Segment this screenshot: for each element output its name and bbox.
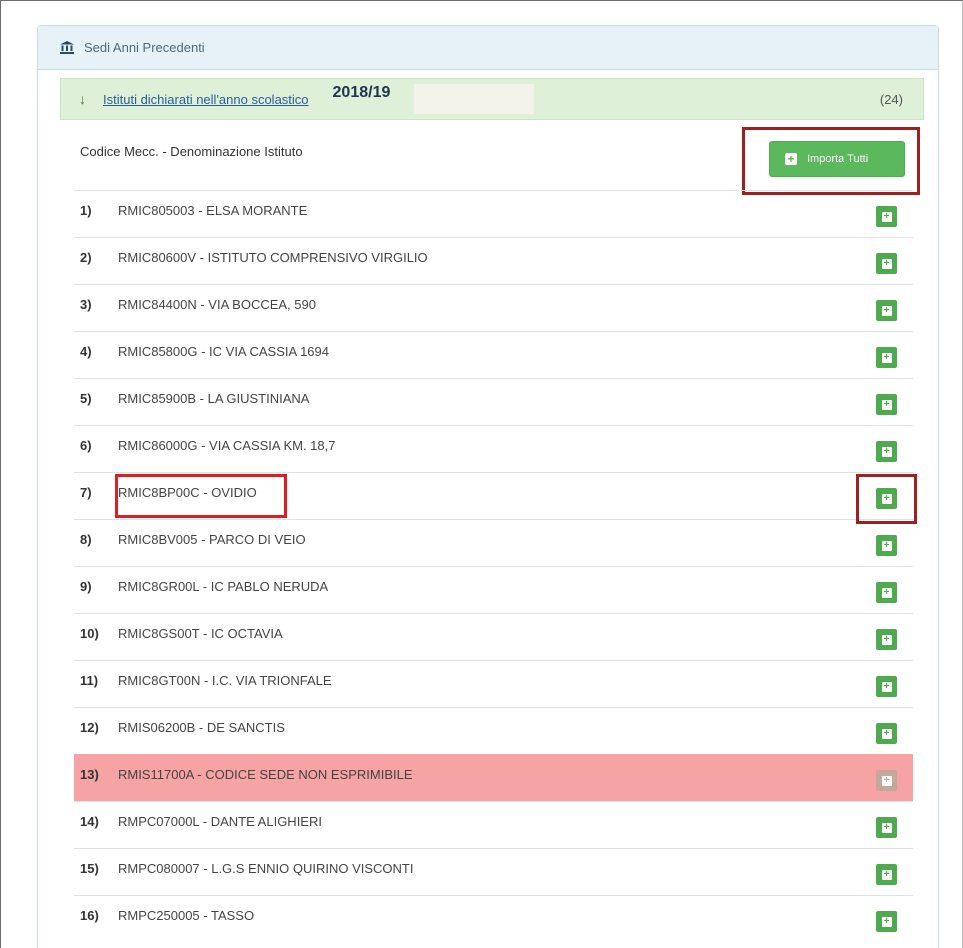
institute-name: RMIC805003 - ELSA MORANTE <box>118 203 308 218</box>
year-subheader[interactable]: ↓ Istituti dichiarati nell'anno scolasti… <box>60 78 924 120</box>
panel-header: Sedi Anni Precedenti <box>38 26 938 70</box>
table-row: 5) RMIC85900B - LA GIUSTINIANA + <box>74 378 913 425</box>
import-row-button[interactable]: + <box>876 911 897 932</box>
highlight-import-all <box>742 127 920 195</box>
institute-name: RMPC07000L - DANTE ALIGHIERI <box>118 814 322 829</box>
plus-icon: + <box>881 258 892 269</box>
import-row-button[interactable]: + <box>876 300 897 321</box>
school-year: 2018/19 <box>332 84 391 101</box>
row-index: 9) <box>80 579 92 594</box>
import-row-button[interactable]: + <box>876 441 897 462</box>
row-index: 15) <box>80 861 99 876</box>
row-index: 10) <box>80 626 99 641</box>
import-row-button[interactable]: + <box>876 629 897 650</box>
table-row: 3) RMIC84400N - VIA BOCCEA, 590 + <box>74 284 913 331</box>
panel-title: Sedi Anni Precedenti <box>84 40 205 55</box>
row-index: 13) <box>80 767 99 782</box>
institute-name: RMIC85900B - LA GIUSTINIANA <box>118 391 310 406</box>
import-row-button[interactable]: + <box>876 535 897 556</box>
import-row-button[interactable]: + <box>876 864 897 885</box>
table-row: 12) RMIS06200B - DE SANCTIS + <box>74 707 913 754</box>
row-index: 6) <box>80 438 92 453</box>
institute-name: RMIC86000G - VIA CASSIA KM. 18,7 <box>118 438 336 453</box>
plus-icon: + <box>881 446 892 457</box>
institute-name: RMPC080007 - L.G.S ENNIO QUIRINO VISCONT… <box>118 861 414 876</box>
table-row: 10) RMIC8GS00T - IC OCTAVIA + <box>74 613 913 660</box>
row-index: 7) <box>80 485 92 500</box>
highlight-row-7-button <box>856 474 917 524</box>
table-row: 11) RMIC8GT00N - I.C. VIA TRIONFALE + <box>74 660 913 707</box>
import-row-button[interactable]: + <box>876 347 897 368</box>
plus-icon: + <box>881 822 892 833</box>
plus-icon: + <box>881 352 892 363</box>
row-index: 8) <box>80 532 92 547</box>
row-index: 16) <box>80 908 99 923</box>
table-row: 8) RMIC8BV005 - PARCO DI VEIO + <box>74 519 913 566</box>
institute-name: RMIC8GT00N - I.C. VIA TRIONFALE <box>118 673 332 688</box>
institute-name: RMIC8GR00L - IC PABLO NERUDA <box>118 579 329 594</box>
bank-icon <box>60 41 74 54</box>
import-row-button[interactable]: + <box>876 817 897 838</box>
table-row: 9) RMIC8GR00L - IC PABLO NERUDA + <box>74 566 913 613</box>
plus-icon: + <box>881 681 892 692</box>
import-row-button[interactable]: + <box>876 582 897 603</box>
import-row-button[interactable]: + <box>876 253 897 274</box>
row-index: 12) <box>80 720 99 735</box>
institute-name: RMIC85800G - IC VIA CASSIA 1694 <box>118 344 329 359</box>
arrow-down-icon: ↓ <box>79 91 86 107</box>
plus-icon: + <box>881 634 892 645</box>
row-index: 4) <box>80 344 92 359</box>
plus-icon: + <box>881 916 892 927</box>
institute-name: RMIC8BV005 - PARCO DI VEIO <box>118 532 306 547</box>
row-index: 3) <box>80 297 92 312</box>
table-row: 4) RMIC85800G - IC VIA CASSIA 1694 + <box>74 331 913 378</box>
row-index: 2) <box>80 250 92 265</box>
institute-name: RMIC8GS00T - IC OCTAVIA <box>118 626 283 641</box>
highlight-row-7-name <box>115 474 287 518</box>
row-index: 1) <box>80 203 92 218</box>
import-row-button: + <box>876 770 897 791</box>
plus-icon: + <box>881 305 892 316</box>
plus-icon: + <box>881 399 892 410</box>
plus-icon: + <box>881 775 892 786</box>
table-row: 1) RMIC805003 - ELSA MORANTE + <box>74 190 913 237</box>
institute-name: RMPC250005 - TASSO <box>118 908 255 923</box>
plus-icon: + <box>881 540 892 551</box>
import-row-button[interactable]: + <box>876 394 897 415</box>
import-row-button[interactable]: + <box>876 676 897 697</box>
plus-icon: + <box>881 211 892 222</box>
table-row: 16) RMPC250005 - TASSO + <box>74 895 913 942</box>
import-row-button[interactable]: + <box>876 723 897 744</box>
import-row-button[interactable]: + <box>876 206 897 227</box>
institute-name: RMIC84400N - VIA BOCCEA, 590 <box>118 297 316 312</box>
row-index: 14) <box>80 814 99 829</box>
column-header: Codice Mecc. - Denominazione Istituto <box>80 144 303 159</box>
row-index: 5) <box>80 391 92 406</box>
table-row: 14) RMPC07000L - DANTE ALIGHIERI + <box>74 801 913 848</box>
institutes-list: 1) RMIC805003 - ELSA MORANTE +2) RMIC80600V… <box>74 190 913 942</box>
institute-name: RMIC80600V - ISTITUTO COMPRENSIVO VIRGIL… <box>118 250 428 265</box>
istituti-anno-link[interactable]: Istituti dichiarati nell'anno scolastico <box>103 92 309 107</box>
institute-name: RMIS06200B - DE SANCTIS <box>118 720 285 735</box>
institutes-count: (24) <box>879 91 903 107</box>
institute-name: RMIS11700A - CODICE SEDE NON ESPRIMIBILE <box>118 767 413 782</box>
table-row: 2) RMIC80600V - ISTITUTO COMPRENSIVO VIRG… <box>74 237 913 284</box>
row-index: 11) <box>80 673 99 688</box>
table-row: 13) RMIS11700A - CODICE SEDE NON ESPRIMIB… <box>74 754 913 801</box>
plus-icon: + <box>881 728 892 739</box>
table-row: 15) RMPC080007 - L.G.S ENNIO QUIRINO VISC… <box>74 848 913 895</box>
table-row: 6) RMIC86000G - VIA CASSIA KM. 18,7 + <box>74 425 913 472</box>
redaction-box <box>414 84 534 114</box>
plus-icon: + <box>881 587 892 598</box>
plus-icon: + <box>881 869 892 880</box>
